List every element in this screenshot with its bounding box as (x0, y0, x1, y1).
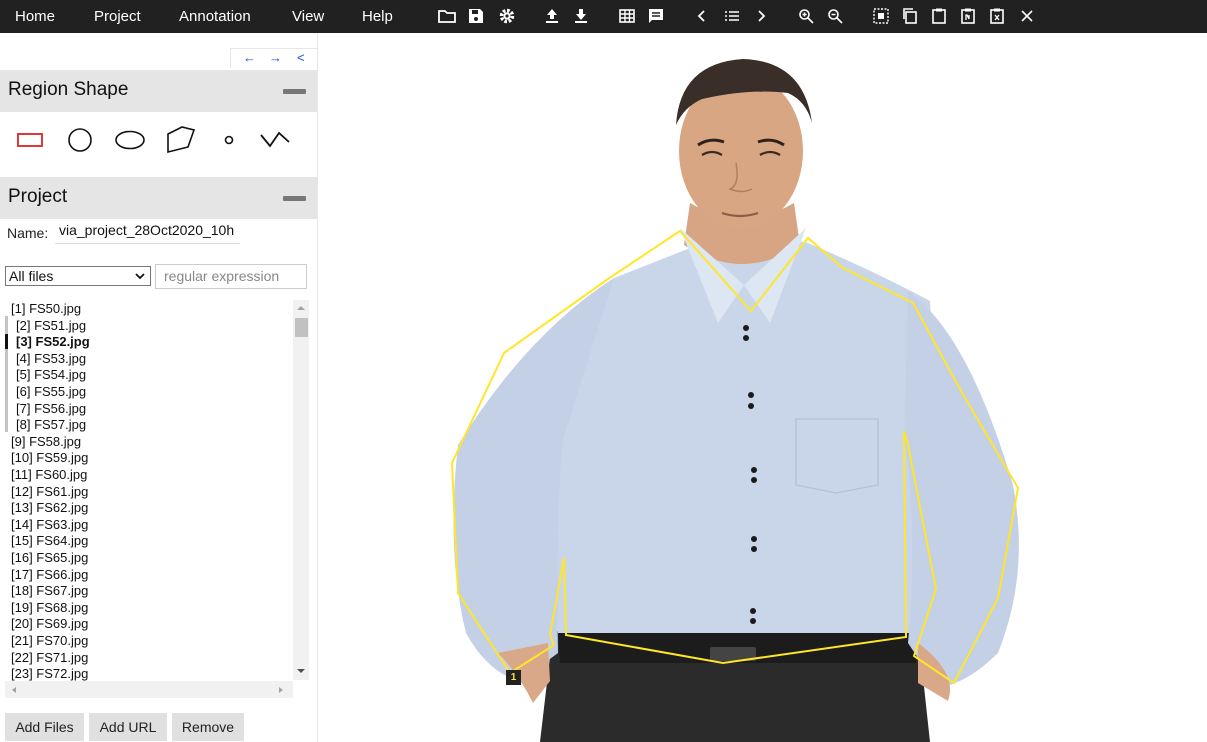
collapse-icon[interactable] (283, 196, 306, 201)
save-icon[interactable] (466, 6, 486, 26)
scrollbar-thumb[interactable] (295, 318, 308, 337)
file-list-item[interactable]: [17] FS66.jpg (11, 567, 88, 583)
file-list-item[interactable]: [5] FS54.jpg (16, 367, 86, 383)
menu-project[interactable]: Project (94, 0, 141, 33)
menu-annotation[interactable]: Annotation (179, 0, 251, 33)
download-icon[interactable] (571, 6, 591, 26)
file-list-item[interactable]: [7] FS56.jpg (16, 401, 86, 417)
panel-nav: ← → ˂ (230, 48, 317, 68)
file-list-item[interactable]: [23] FS72.jpg (11, 666, 88, 682)
annotated-image (450, 59, 1020, 742)
file-list-item[interactable]: [4] FS53.jpg (16, 351, 86, 367)
panel-toggle-arrow[interactable]: ˂ (297, 50, 305, 65)
menu-help[interactable]: Help (362, 0, 393, 33)
paste-x-icon[interactable] (987, 6, 1007, 26)
current-file-marker (5, 334, 8, 350)
file-list-item[interactable]: [15] FS64.jpg (11, 533, 88, 549)
file-list-item[interactable]: [18] FS67.jpg (11, 583, 88, 599)
polygon-shape-icon[interactable] (162, 125, 198, 155)
select-all-icon[interactable] (871, 6, 891, 26)
file-list-item[interactable]: [12] FS61.jpg (11, 484, 88, 500)
file-list-item[interactable]: [21] FS70.jpg (11, 633, 88, 649)
region-id-label[interactable]: 1 (506, 670, 521, 685)
next-icon[interactable] (751, 6, 771, 26)
file-filter-select[interactable]: All files (5, 266, 151, 286)
copy-icon[interactable] (900, 6, 920, 26)
add-files-button[interactable]: Add Files (5, 713, 84, 741)
gear-icon[interactable] (497, 6, 517, 26)
region-shape-header[interactable]: Region Shape (0, 70, 317, 112)
menu-view[interactable]: View (292, 0, 324, 33)
file-list-item[interactable]: [13] FS62.jpg (11, 500, 88, 516)
region-shape-title: Region Shape (8, 79, 129, 100)
file-list: [1] FS50.jpg [2] FS51.jpg [3] FS52.jpg [4] … (5, 300, 309, 698)
file-list-item[interactable]: [16] FS65.jpg (11, 550, 88, 566)
file-filter-value: All files (9, 268, 54, 284)
ellipse-shape-icon[interactable] (112, 125, 148, 155)
remove-button[interactable]: Remove (172, 713, 244, 741)
menu-home[interactable]: Home (15, 0, 55, 33)
project-name-label: Name: (7, 225, 49, 241)
chevron-down-icon (135, 273, 145, 280)
folder-icon[interactable] (437, 6, 457, 26)
file-list-item[interactable]: [10] FS59.jpg (11, 450, 88, 466)
file-list-horizontal-scrollbar[interactable] (5, 681, 293, 698)
close-icon[interactable] (1017, 6, 1037, 26)
upload-icon[interactable] (542, 6, 562, 26)
scroll-up-icon[interactable] (296, 304, 306, 312)
file-list-vertical-scrollbar[interactable] (293, 300, 309, 680)
polyline-shape-icon[interactable] (257, 125, 293, 155)
file-list-item[interactable]: [14] FS63.jpg (11, 517, 88, 533)
paste-n-icon[interactable] (958, 6, 978, 26)
file-list-item[interactable]: [11] FS60.jpg (11, 467, 87, 483)
scroll-left-icon[interactable] (10, 686, 18, 694)
file-list-item[interactable]: [22] FS71.jpg (11, 650, 88, 666)
file-list-item[interactable]: [6] FS55.jpg (16, 384, 86, 400)
project-header[interactable]: Project (0, 177, 317, 219)
file-list-item[interactable]: [9] FS58.jpg (11, 434, 81, 450)
comment-icon[interactable] (646, 6, 666, 26)
zoom-out-icon[interactable] (825, 6, 845, 26)
list-icon[interactable] (722, 6, 742, 26)
collapse-icon[interactable] (283, 89, 306, 94)
prev-icon[interactable] (692, 6, 712, 26)
top-menu-bar: Home Project Annotation View Help (0, 0, 1207, 33)
rectangle-shape-icon[interactable] (14, 125, 46, 155)
file-list-item[interactable]: [2] FS51.jpg (16, 318, 86, 334)
file-list-item[interactable]: [19] FS68.jpg (11, 600, 88, 616)
project-title: Project (8, 186, 68, 207)
file-list-item[interactable]: [1] FS50.jpg (11, 301, 81, 317)
grid-icon[interactable] (617, 6, 637, 26)
project-name-input[interactable]: via_project_28Oct2020_10h (55, 222, 240, 244)
scroll-right-icon[interactable] (277, 686, 285, 694)
scroll-down-icon[interactable] (296, 667, 306, 675)
left-sidebar: ← → ˂ Region Shape Project Name: via_pro… (0, 33, 318, 742)
zoom-in-icon[interactable] (796, 6, 816, 26)
panel-shrink-arrow[interactable]: ← (243, 50, 256, 65)
circle-shape-icon[interactable] (64, 125, 96, 155)
file-list-item[interactable]: [8] FS57.jpg (16, 417, 86, 433)
panel-grow-arrow[interactable]: → (269, 50, 282, 65)
regex-filter-input[interactable]: regular expression (155, 264, 307, 289)
file-list-item[interactable]: [20] FS69.jpg (11, 616, 88, 632)
paste-icon[interactable] (929, 6, 949, 26)
point-shape-icon[interactable] (220, 125, 238, 155)
add-url-button[interactable]: Add URL (89, 713, 167, 741)
file-list-item-current[interactable]: [3] FS52.jpg (16, 334, 90, 350)
image-canvas[interactable]: 1 (318, 33, 1207, 742)
